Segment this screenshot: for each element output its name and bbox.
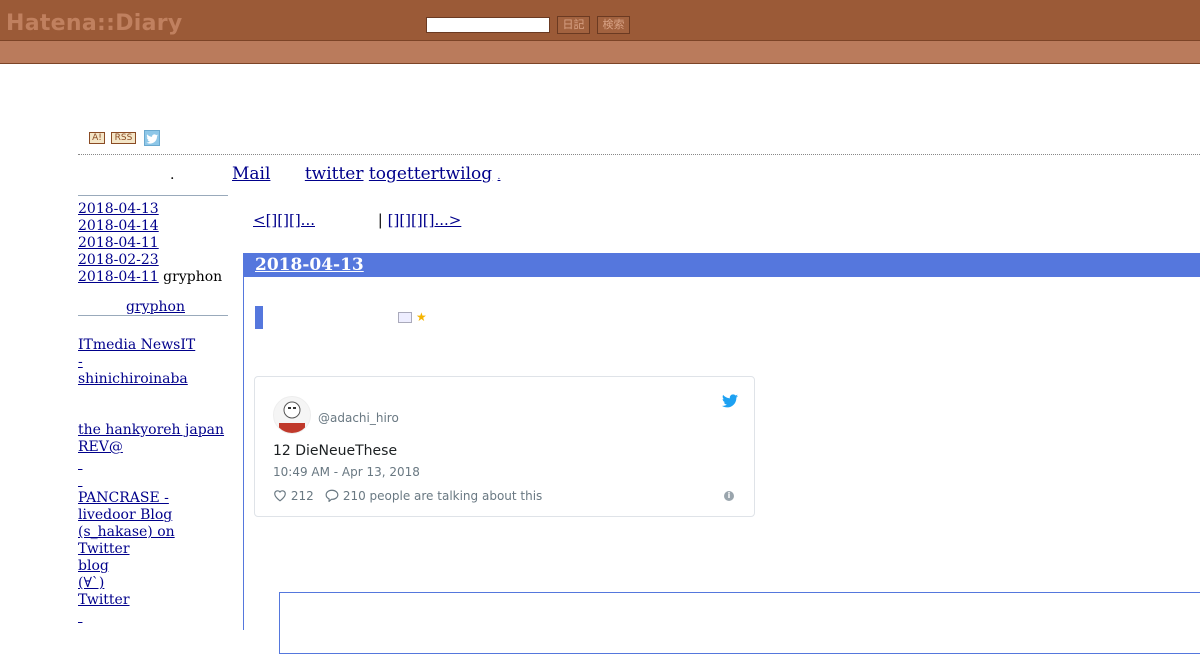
bookmark-icon[interactable]: [398, 312, 412, 323]
hatena-diary-logo[interactable]: Hatena::Diary: [6, 11, 183, 36]
talking-count: 210 people are talking about this: [342, 489, 543, 503]
sidebar-link[interactable]: [78, 456, 108, 473]
sidebar-link[interactable]: Twitter: [78, 541, 130, 557]
tweet-conversation[interactable]: 210 people are talking about this: [325, 489, 542, 505]
search-input[interactable]: [426, 17, 550, 33]
recent-entry: 2018-04-11 gryphon: [78, 269, 222, 286]
rss-badge[interactable]: RSS: [111, 132, 136, 144]
recent-entry: 2018-02-23: [78, 252, 222, 269]
avatar[interactable]: [273, 396, 311, 434]
twitter-icon[interactable]: [144, 130, 160, 146]
recent-entry-link[interactable]: 2018-04-13: [78, 201, 159, 217]
likes-count: 212: [290, 489, 314, 503]
prev-link[interactable]: <[][][]...: [253, 211, 315, 229]
sidebar-link[interactable]: (∀`): [78, 575, 104, 591]
tweet-handle[interactable]: @adachi_hiro: [318, 411, 399, 425]
sidebar-link[interactable]: livedoor Blog: [78, 507, 172, 523]
sidebar-links-1: ITmedia NewsIT - shinichiroinaba: [78, 337, 240, 388]
header-divider: [78, 154, 1200, 155]
tweet-text: 12 DieNeueThese: [273, 443, 398, 459]
top-nav: Mail twitter togettertwilog .: [232, 164, 536, 184]
sidebar-link[interactable]: shinichiroinaba: [78, 371, 188, 387]
recent-entry: 2018-04-14: [78, 218, 222, 235]
title-dot: .: [170, 167, 175, 183]
recent-entry: 2018-04-11: [78, 235, 222, 252]
recent-entry-link[interactable]: 2018-04-11: [78, 235, 159, 251]
star-icon[interactable]: ★: [416, 310, 427, 324]
sidebar-link[interactable]: -: [78, 354, 83, 370]
sidebar-link[interactable]: blog: [78, 558, 109, 574]
header-bar: Hatena::Diary 日記 検索: [0, 0, 1200, 40]
sidebar-link[interactable]: PANCRASE -: [78, 490, 169, 506]
recent-entries: 2018-04-13 2018-04-14 2018-04-11 2018-02…: [78, 201, 222, 286]
antenna-badge[interactable]: A!: [89, 132, 105, 144]
embedded-tweet[interactable]: @adachi_hiro 12 DieNeueThese 10:49 AM - …: [254, 376, 755, 517]
sidebar-link[interactable]: the hankyoreh japan: [78, 422, 224, 438]
header-subbar: [0, 40, 1200, 64]
pager-separator: |: [377, 211, 383, 229]
recent-entry-link[interactable]: 2018-04-11: [78, 269, 159, 285]
misc-link[interactable]: .: [498, 172, 501, 182]
tweet-likes[interactable]: 212: [273, 489, 314, 505]
mail-link[interactable]: Mail: [232, 164, 270, 184]
diary-button[interactable]: 日記: [557, 16, 590, 34]
sidebar-link[interactable]: [78, 609, 202, 626]
sidebar-link[interactable]: ITmedia NewsIT: [78, 337, 195, 353]
sidebar-links-2: the hankyoreh japan REV@ PANCRASE - live…: [78, 422, 224, 626]
sidebar-link[interactable]: REV@: [78, 439, 123, 455]
sidebar-link[interactable]: (s_hakase) on: [78, 524, 175, 540]
entry-date-bar: 2018-04-13: [243, 253, 1200, 277]
main-column-border: [243, 253, 244, 630]
section-marker: [255, 306, 263, 329]
entry-date[interactable]: 2018-04-13: [255, 255, 364, 275]
heart-icon: [273, 489, 287, 505]
sidebar-divider: [78, 195, 228, 196]
twitter-bird-icon[interactable]: [722, 393, 738, 412]
search-button[interactable]: 検索: [597, 16, 630, 34]
recent-entry-author: gryphon: [158, 269, 223, 285]
recent-entry-link[interactable]: 2018-02-23: [78, 252, 159, 268]
pager: <[][][]... | [][][][]...>: [253, 211, 537, 229]
info-icon[interactable]: i: [724, 491, 734, 501]
next-link[interactable]: [][][][]...>: [388, 211, 462, 229]
embedded-content-box: [279, 592, 1200, 654]
profile-name[interactable]: gryphon: [126, 299, 185, 315]
twitter-link[interactable]: twitter: [305, 164, 364, 184]
togettertwilog-link[interactable]: togettertwilog: [369, 164, 492, 184]
profile-link[interactable]: gryphon: [126, 299, 185, 316]
comment-icon: [325, 489, 339, 505]
recent-entry: 2018-04-13: [78, 201, 222, 218]
sidebar-link[interactable]: [78, 473, 100, 490]
sidebar-divider: [78, 315, 228, 316]
sidebar-link[interactable]: Twitter: [78, 592, 130, 608]
tweet-timestamp[interactable]: 10:49 AM - Apr 13, 2018: [273, 465, 420, 479]
recent-entry-link[interactable]: 2018-04-14: [78, 218, 159, 234]
